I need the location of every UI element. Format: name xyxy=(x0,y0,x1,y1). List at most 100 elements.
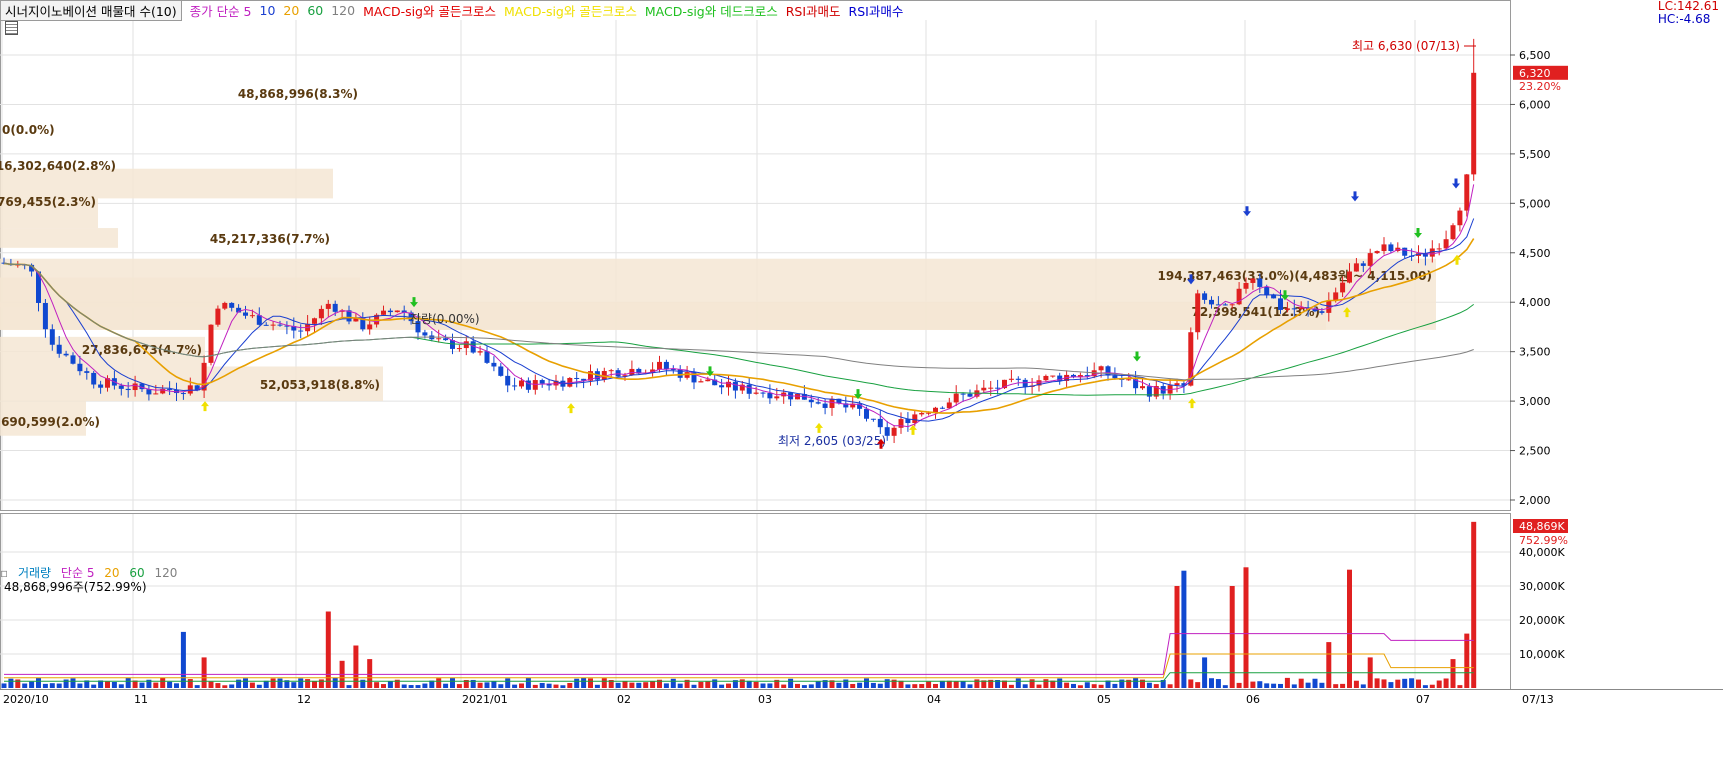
volume-bar xyxy=(574,678,580,688)
volume-bar xyxy=(615,682,621,688)
y-tick-label: 5,500 xyxy=(1519,148,1551,161)
indicator-macd-dead[interactable]: MACD-sig와 데드크로스 xyxy=(645,1,778,20)
candle-body xyxy=(422,332,428,336)
volume-bar xyxy=(1471,521,1477,688)
candle-body xyxy=(1464,174,1470,211)
volume-bar xyxy=(1236,682,1242,688)
indicator-ma5[interactable]: 종가 단순 5 xyxy=(190,1,252,20)
volume-legend-ma120[interactable]: 120 xyxy=(155,566,178,580)
indicator-rsi-overbought[interactable]: RSI과매수 xyxy=(849,1,904,20)
indicator-ma60[interactable]: 60 xyxy=(307,3,323,18)
stock-chart[interactable]: 2020/10 11 12 2021/01 02 03 04 05 06 07 07/13 6,500… xyxy=(0,0,1723,776)
volume-bar xyxy=(1388,682,1394,688)
volume-bar xyxy=(1,683,7,688)
candle-body xyxy=(967,393,973,397)
volume-profile-bar xyxy=(0,168,333,199)
volume-bar xyxy=(187,679,193,688)
candle-body xyxy=(732,381,738,391)
volume-bar xyxy=(229,684,235,688)
volume-bar xyxy=(1360,684,1366,688)
volume-bar xyxy=(960,681,966,688)
volume-bar xyxy=(815,681,821,688)
volume-bar xyxy=(1381,679,1387,688)
candle-body xyxy=(49,329,55,345)
calculator-icon[interactable] xyxy=(5,21,18,35)
volume-bar xyxy=(1077,685,1083,688)
volume-bar xyxy=(546,683,552,688)
candle-body xyxy=(1126,379,1132,381)
volume-bar xyxy=(719,684,725,688)
candle-body xyxy=(1457,210,1463,226)
volume-bar xyxy=(505,678,511,688)
candle-body xyxy=(939,407,945,409)
indicator-macd-golden-yellow[interactable]: MACD-sig와 골든크로스 xyxy=(504,1,637,20)
candle-body xyxy=(1050,375,1056,377)
current-volume-text: 48,869K xyxy=(1519,520,1565,533)
volume-bar xyxy=(1057,678,1063,688)
candle-body xyxy=(1043,375,1049,381)
volume-bar xyxy=(1450,659,1456,688)
volume-bar xyxy=(180,631,186,688)
indicator-macd-golden-red[interactable]: MACD-sig와 골든크로스 xyxy=(363,1,496,20)
candle-body xyxy=(1333,292,1339,301)
volume-bar xyxy=(1064,682,1070,688)
volume-bar xyxy=(567,682,573,688)
candle-body xyxy=(519,380,524,387)
candle-body xyxy=(746,384,752,394)
x-tick-label: 06 xyxy=(1246,693,1260,706)
candle-body xyxy=(1471,72,1477,175)
volume-panel-frame xyxy=(0,513,1511,690)
volume-bar xyxy=(1464,633,1470,688)
volume-bar xyxy=(1271,683,1277,688)
volume-bar xyxy=(712,679,718,688)
y-tick-label: 6,500 xyxy=(1519,49,1551,62)
candle-body xyxy=(1360,263,1366,266)
volume-bar xyxy=(118,684,124,688)
volume-bar xyxy=(29,681,35,688)
candle-body xyxy=(870,418,876,420)
candle-body xyxy=(1229,304,1235,306)
candle-body xyxy=(1008,378,1014,380)
volume-bar xyxy=(208,681,214,688)
candle-body xyxy=(70,355,76,364)
y-tick-label: 6,000 xyxy=(1519,98,1551,111)
indicator-ma20[interactable]: 20 xyxy=(283,3,299,18)
candle-body xyxy=(1278,298,1283,310)
candle-body xyxy=(574,377,580,379)
candle-body xyxy=(263,324,269,326)
volume-bar xyxy=(1195,682,1201,688)
volume-tick-label: 30,000K xyxy=(1519,580,1565,593)
volume-bar xyxy=(111,681,117,688)
volume-bar xyxy=(926,681,932,688)
volume-bar xyxy=(1250,681,1256,688)
volume-bar xyxy=(1029,679,1035,688)
candle-body xyxy=(443,338,449,341)
indicator-rsi-oversold[interactable]: RSI과매도 xyxy=(786,1,841,20)
candle-body xyxy=(1195,293,1201,333)
candle-body xyxy=(663,361,669,370)
volume-bar xyxy=(456,684,462,688)
volume-bar xyxy=(1036,684,1042,688)
signal-arrow-down-icon xyxy=(1452,178,1460,189)
volume-bar xyxy=(167,681,173,688)
volume-bar xyxy=(629,682,635,688)
volume-bar xyxy=(291,682,297,688)
indicator-ma10[interactable]: 10 xyxy=(260,3,276,18)
chart-title[interactable]: 시너지이노베이션 매물대 수(10) xyxy=(0,0,182,21)
candle-body xyxy=(1367,253,1373,266)
indicator-ma120[interactable]: 120 xyxy=(331,3,355,18)
volume-bar xyxy=(70,678,76,688)
volume-bar xyxy=(1340,683,1346,688)
lc-hc-readout: LC:142.61 HC:-4.68 xyxy=(1658,0,1719,26)
candle-body xyxy=(367,324,373,330)
candle-body xyxy=(808,399,814,403)
volume-bar xyxy=(912,684,918,688)
candle-body xyxy=(1250,278,1256,283)
volume-tick-label: 10,000K xyxy=(1519,648,1565,661)
candle-body xyxy=(215,308,221,325)
volume-bar xyxy=(1091,684,1097,688)
y-tick-label: 3,500 xyxy=(1519,346,1551,359)
candle-body xyxy=(912,414,918,424)
candle-body xyxy=(98,384,104,388)
volume-bar xyxy=(270,678,276,688)
